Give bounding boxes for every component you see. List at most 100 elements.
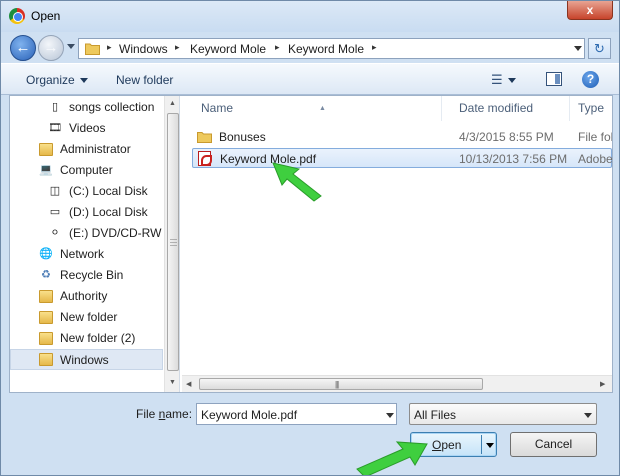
nav-item-new-folder-2[interactable]: New folder (2)	[10, 328, 166, 349]
organize-label: Organize	[26, 73, 75, 87]
forward-button[interactable]: →	[38, 35, 64, 61]
user-icon	[39, 143, 53, 156]
split-divider	[481, 435, 482, 454]
browser-body: ▯ songs collection 🎞 Videos Administrato…	[9, 95, 613, 393]
address-bar[interactable]: ▸ Windows ▸ Keyword Mole ▸ Keyword Mole …	[78, 38, 585, 59]
scroll-right-icon[interactable]: ▶	[600, 380, 605, 388]
nav-item-e-drive[interactable]: ⚪ (E:) DVD/CD-RW D	[10, 223, 166, 244]
details-view-icon: ☰	[491, 72, 503, 87]
chevron-down-icon[interactable]	[584, 413, 592, 418]
scroll-down-icon[interactable]: ▼	[169, 379, 176, 386]
recycle-bin-icon: ♻	[41, 269, 51, 281]
folder-icon	[197, 132, 212, 143]
column-label: Name	[201, 101, 234, 115]
file-row-keyword-mole-pdf[interactable]: Keyword Mole.pdf 10/13/2013 7:56 PM Adob…	[192, 148, 612, 168]
nav-item-computer[interactable]: 💻 Computer	[10, 160, 166, 181]
file-type-value: All Files	[414, 408, 457, 422]
file-date-modified: 4/3/2015 8:55 PM	[459, 130, 554, 144]
label-text: ame:	[165, 407, 193, 421]
breadcrumb-separator[interactable]: ▸	[372, 42, 377, 53]
close-button[interactable]: x	[567, 1, 613, 20]
nav-item-windows[interactable]: Windows	[10, 349, 163, 370]
back-arrow-icon: ←	[15, 39, 31, 56]
nav-item-administrator[interactable]: Administrator	[10, 139, 166, 160]
forward-arrow-icon: →	[43, 39, 59, 56]
grip-icon: |||	[335, 380, 339, 389]
nav-item-label: songs collection	[69, 100, 155, 114]
scrollbar-thumb[interactable]: |||	[199, 378, 483, 390]
refresh-button[interactable]: ↻	[588, 38, 611, 59]
new-folder-button[interactable]: New folder	[116, 73, 173, 87]
nav-item-label: Computer	[60, 163, 113, 177]
address-dropdown-icon[interactable]	[574, 46, 582, 51]
file-row-bonuses[interactable]: Bonuses 4/3/2015 8:55 PM File fol	[192, 127, 612, 147]
nav-item-recycle-bin[interactable]: ♻ Recycle Bin	[10, 265, 166, 286]
network-icon: 🌐	[39, 248, 53, 260]
preview-pane-button[interactable]	[546, 72, 562, 89]
grip-icon: — — —	[170, 236, 177, 249]
recent-locations-dropdown[interactable]	[67, 44, 75, 49]
breadcrumb-separator[interactable]: ▸	[107, 42, 112, 53]
back-button[interactable]: ←	[10, 35, 36, 61]
nav-item-label: New folder	[60, 310, 118, 324]
scroll-left-icon[interactable]: ◀	[186, 380, 191, 388]
breadcrumb-separator[interactable]: ▸	[275, 42, 280, 53]
navigation-bar: ← → ▸ Windows ▸ Keyword Mole ▸ Keyword M…	[1, 32, 619, 63]
chevron-down-icon[interactable]	[486, 443, 494, 448]
nav-item-d-drive[interactable]: ▭ (D:) Local Disk	[10, 202, 166, 223]
nav-item-label: (D:) Local Disk	[69, 205, 148, 219]
nav-item-c-drive[interactable]: ◫ (C:) Local Disk	[10, 181, 166, 202]
chevron-down-icon	[507, 78, 516, 84]
cancel-button[interactable]: Cancel	[510, 432, 597, 457]
chevron-down-icon[interactable]	[386, 413, 394, 418]
help-button[interactable]: ?	[582, 71, 599, 88]
column-header-date-modified[interactable]: Date modified	[442, 96, 570, 121]
breadcrumb-separator[interactable]: ▸	[175, 42, 180, 53]
nav-item-authority[interactable]: Authority	[10, 286, 166, 307]
title-bar: Open x	[1, 1, 619, 32]
sort-ascending-icon: ▲	[319, 105, 326, 112]
nav-item-label: (E:) DVD/CD-RW D	[69, 226, 166, 240]
nav-item-label: Network	[60, 247, 105, 261]
nav-item-new-folder[interactable]: New folder	[10, 307, 166, 328]
file-list-horizontal-scrollbar[interactable]: ◀ ||| ▶	[182, 375, 612, 392]
view-options-button[interactable]: ☰	[491, 72, 516, 88]
folder-icon	[39, 353, 53, 366]
nav-item-label: Windows	[60, 353, 109, 367]
file-type: Adobe	[578, 152, 612, 166]
scroll-up-icon[interactable]: ▲	[169, 100, 176, 107]
breadcrumb-windows[interactable]: Windows	[119, 42, 168, 56]
breadcrumb-keyword-mole[interactable]: Keyword Mole	[190, 42, 266, 56]
nav-item-label: Recycle Bin	[60, 268, 124, 282]
nav-item-label: Videos	[69, 121, 106, 135]
pdf-icon	[198, 151, 212, 166]
drive-icon: ▭	[49, 206, 61, 218]
folder-icon: ▯	[51, 101, 59, 113]
preview-pane-icon	[546, 72, 562, 86]
column-label: Date modified	[459, 101, 534, 115]
file-name-value: Keyword Mole.pdf	[201, 408, 298, 422]
open-button[interactable]: Open	[410, 432, 497, 457]
nav-item-label: Authority	[60, 289, 108, 303]
navigation-scrollbar[interactable]: ▲ — — — ▼	[164, 96, 179, 392]
column-header-type[interactable]: Type	[570, 96, 612, 121]
command-toolbar: Organize New folder ☰ ?	[1, 63, 619, 95]
column-header-name[interactable]: ▲ Name	[182, 96, 442, 121]
refresh-icon: ↻	[594, 41, 605, 56]
file-date-modified: 10/13/2013 7:56 PM	[459, 152, 568, 166]
breadcrumb-keyword-mole-current[interactable]: Keyword Mole	[288, 42, 364, 56]
windows-drive-icon: ◫	[49, 185, 61, 197]
nav-item-videos[interactable]: 🎞 Videos	[10, 118, 166, 139]
file-type: File fol	[578, 130, 612, 144]
organize-button[interactable]: Organize	[26, 73, 88, 87]
file-name: Bonuses	[219, 130, 266, 144]
navigation-pane[interactable]: ▯ songs collection 🎞 Videos Administrato…	[10, 96, 180, 392]
folder-icon	[39, 311, 53, 324]
dvd-drive-icon: ⚪	[50, 227, 60, 239]
nav-item-songs-collection[interactable]: ▯ songs collection	[10, 97, 166, 118]
file-list-pane[interactable]: ▲ Name Date modified Type Bonuses 4/3/20…	[182, 96, 612, 392]
file-name-input[interactable]: Keyword Mole.pdf	[196, 403, 397, 425]
nav-item-network[interactable]: 🌐 Network	[10, 244, 166, 265]
scrollbar-thumb[interactable]: — — —	[167, 113, 179, 371]
file-type-select[interactable]: All Files	[409, 403, 597, 425]
